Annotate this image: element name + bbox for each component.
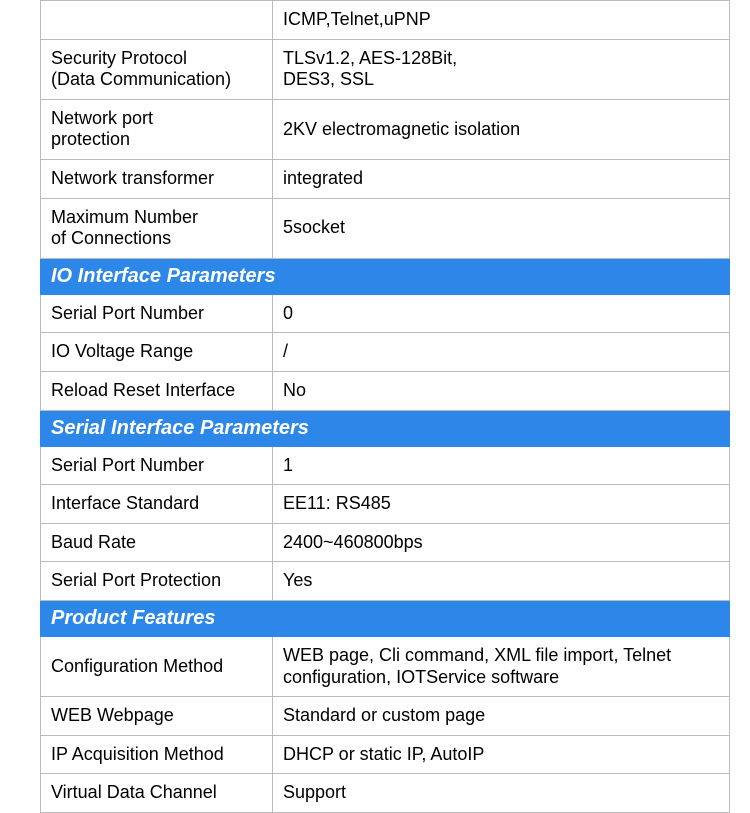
section-header: Serial Interface Parameters [41, 410, 730, 446]
spec-value: 2KV electromagnetic isolation [273, 99, 730, 159]
spec-value: Standard or custom page [273, 697, 730, 736]
spec-value: / [273, 333, 730, 372]
spec-value: 2400~460800bps [273, 523, 730, 562]
spec-label: Security Protocol(Data Communication) [41, 39, 273, 99]
spec-label: Serial Port Number [41, 446, 273, 485]
spec-value: integrated [273, 159, 730, 198]
spec-value: ICMP,Telnet,uPNP [273, 1, 730, 40]
spec-value: 5socket [273, 198, 730, 258]
spec-value: 0 [273, 294, 730, 333]
spec-label: Network transformer [41, 159, 273, 198]
spec-label: WEB Webpage [41, 697, 273, 736]
spec-value: 1 [273, 446, 730, 485]
spec-label: Network portprotection [41, 99, 273, 159]
spec-label: Baud Rate [41, 523, 273, 562]
spec-label: Reload Reset Interface [41, 371, 273, 410]
spec-label: Maximum Numberof Connections [41, 198, 273, 258]
spec-label: IO Voltage Range [41, 333, 273, 372]
spec-label: Configuration Method [41, 636, 273, 696]
spec-label: Virtual Data Channel [41, 774, 273, 813]
spec-value: Yes [273, 562, 730, 601]
spec-table-body: ICMP,Telnet,uPNPSecurity Protocol(Data C… [41, 1, 730, 813]
spec-value: WEB page, Cli command, XML file import, … [273, 636, 730, 696]
spec-value: DHCP or static IP, AutoIP [273, 735, 730, 774]
spec-value: Support [273, 774, 730, 813]
spec-value: TLSv1.2, AES-128Bit,DES3, SSL [273, 39, 730, 99]
spec-table: ICMP,Telnet,uPNPSecurity Protocol(Data C… [40, 0, 730, 813]
spec-label [41, 1, 273, 40]
spec-label: Serial Port Protection [41, 562, 273, 601]
spec-value: EE11: RS485 [273, 485, 730, 524]
spec-label: Serial Port Number [41, 294, 273, 333]
spec-label: IP Acquisition Method [41, 735, 273, 774]
section-header: Product Features [41, 600, 730, 636]
section-header: IO Interface Parameters [41, 258, 730, 294]
spec-value: No [273, 371, 730, 410]
spec-label: Interface Standard [41, 485, 273, 524]
